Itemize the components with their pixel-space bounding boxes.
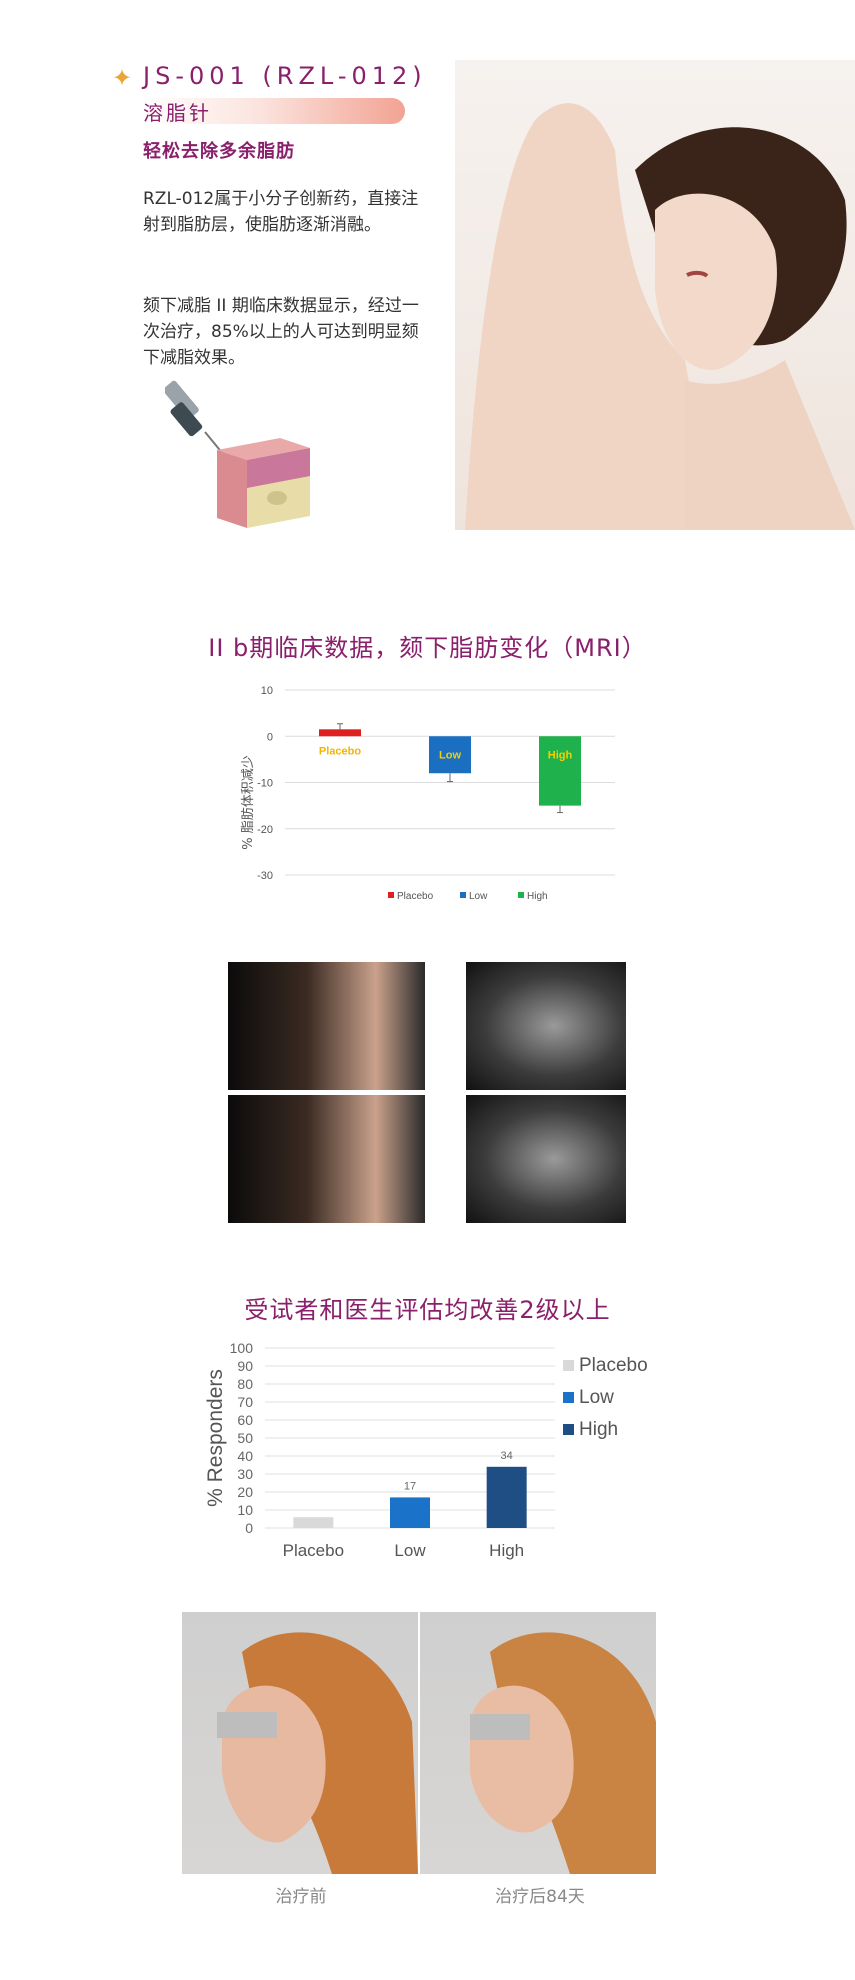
y-tick-label: 0 xyxy=(267,731,273,743)
y-tick-label: -30 xyxy=(257,870,273,882)
responders-chart: 0 10 20 30 40 50 60 70 80 90 100 Placebo 17 Low 34 High… xyxy=(204,1340,648,1560)
legend-label: Low xyxy=(579,1387,614,1408)
woman-portrait-photo xyxy=(455,60,855,530)
bar-label: Placebo xyxy=(319,745,361,757)
x-tick-label: High xyxy=(489,1541,524,1560)
data-label: 34 xyxy=(501,1450,513,1462)
legend-label: Low xyxy=(469,891,488,902)
x-tick-label: Low xyxy=(394,1541,426,1560)
y-tick-label: 100 xyxy=(230,1340,254,1356)
y-tick-label: 70 xyxy=(237,1394,253,1410)
bar-placebo xyxy=(293,1517,334,1528)
mri-photo-grid xyxy=(228,962,626,1223)
star-icon: ✦ xyxy=(112,64,133,92)
mri-fat-change-chart: 10 0 -10 -20 -30 Placebo Low High % 脂肪体积减少 Placeb… xyxy=(240,685,615,902)
bar-high xyxy=(486,1466,527,1528)
y-axis-label: % Responders xyxy=(204,1369,227,1507)
legend-swatch xyxy=(563,1392,574,1403)
bar-label: Low xyxy=(439,749,461,761)
y-tick-label: -10 xyxy=(257,778,273,790)
subtitle: 轻松去除多余脂肪 xyxy=(143,141,295,162)
before-face-photo xyxy=(228,962,425,1090)
y-tick-label: 90 xyxy=(237,1358,253,1374)
legend-label: Placebo xyxy=(579,1355,648,1376)
mri-section-title: II b期临床数据，颏下脂肪变化（MRI） xyxy=(208,634,647,662)
legend-swatch xyxy=(563,1424,574,1435)
before-mri-scan xyxy=(466,962,626,1090)
after-face-photo xyxy=(228,1095,425,1223)
before-treatment-photo xyxy=(182,1612,418,1874)
legend-label: High xyxy=(527,891,548,902)
skin-cube-icon xyxy=(217,438,310,528)
product-name: 溶脂针 xyxy=(143,101,212,125)
y-tick-label: 80 xyxy=(237,1376,253,1392)
bar-low xyxy=(390,1497,430,1528)
description-paragraph-1: RZL-012属于小分子创新药，直接注射到脂肪层，使脂肪逐渐消融。 xyxy=(143,189,419,235)
y-tick-label: 60 xyxy=(237,1412,253,1428)
description-paragraph-2: 颏下减脂 II 期临床数据显示，经过一次治疗，85%以上的人可达到明显颏下减脂效… xyxy=(143,296,419,368)
y-tick-label: 50 xyxy=(237,1430,253,1446)
bar-high xyxy=(539,736,581,806)
product-code: JS-001 (RZL-012) xyxy=(143,62,427,90)
legend-label: High xyxy=(579,1419,618,1440)
y-axis-label: % 脂肪体积减少 xyxy=(240,755,256,850)
syringe-skin-illustration xyxy=(165,380,310,528)
y-tick-label: -20 xyxy=(257,824,273,836)
x-tick-label: Placebo xyxy=(283,1541,344,1560)
bar-placebo xyxy=(319,729,361,737)
y-tick-label: 0 xyxy=(245,1520,253,1536)
legend-swatch xyxy=(460,892,466,898)
y-tick-label: 30 xyxy=(237,1466,253,1482)
y-tick-label: 10 xyxy=(237,1502,253,1518)
after-treatment-photo xyxy=(420,1612,656,1874)
legend-swatch xyxy=(518,892,524,898)
after-caption: 治疗后84天 xyxy=(495,1887,585,1907)
y-tick-label: 40 xyxy=(237,1448,253,1464)
y-tick-label: 10 xyxy=(261,685,273,697)
data-label: 17 xyxy=(404,1480,416,1492)
after-mri-scan xyxy=(466,1095,626,1223)
before-after-photos xyxy=(182,1612,672,1874)
y-tick-label: 20 xyxy=(237,1484,253,1500)
bar-label: High xyxy=(548,749,573,761)
before-caption: 治疗前 xyxy=(275,1887,327,1907)
legend-label: Placebo xyxy=(397,891,434,902)
responders-section-title: 受试者和医生评估均改善2级以上 xyxy=(244,1296,611,1324)
legend-swatch xyxy=(388,892,394,898)
legend-swatch xyxy=(563,1360,574,1371)
